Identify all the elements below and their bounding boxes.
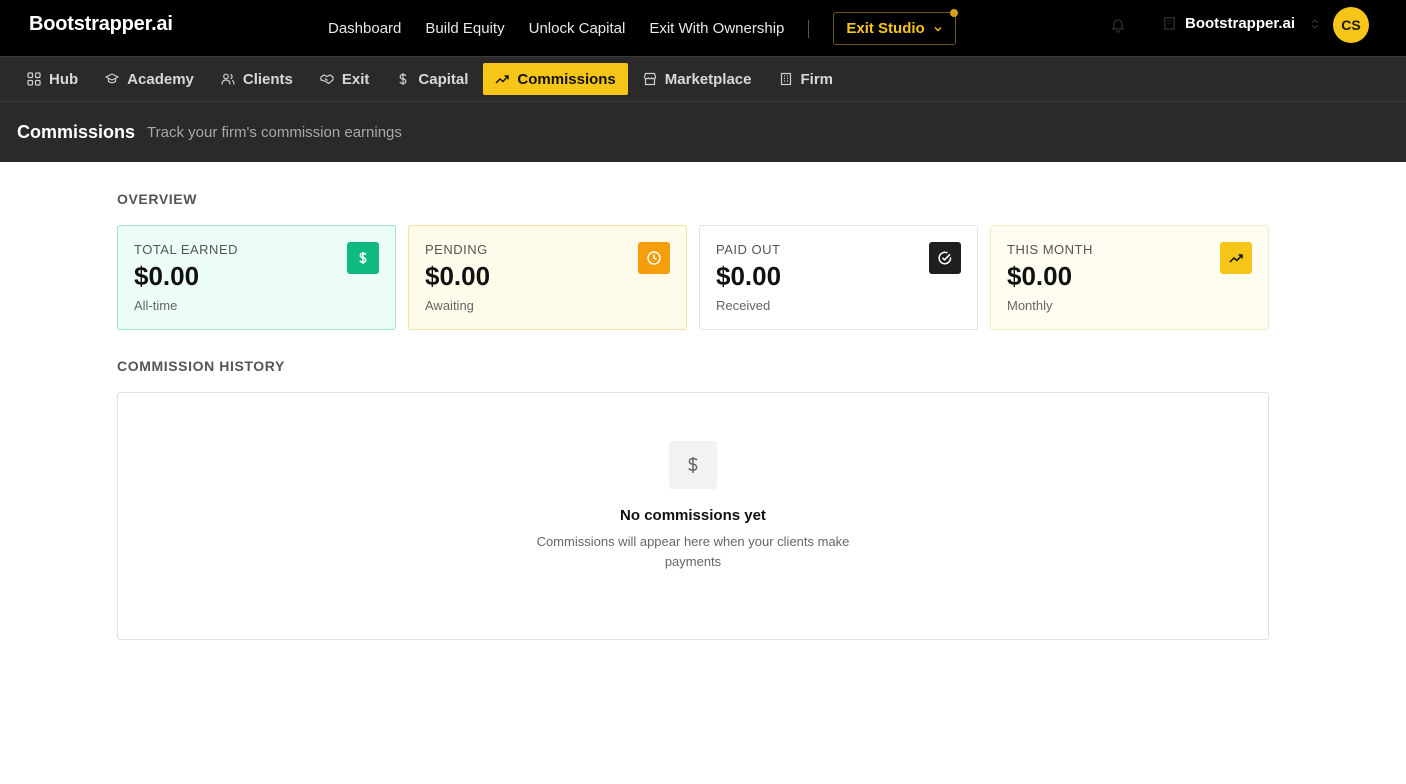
section-tabs: Hub Academy Clients Exit Capital Commiss… bbox=[0, 57, 1406, 102]
stat-label: TOTAL EARNED bbox=[134, 242, 239, 257]
dollar-icon bbox=[399, 73, 407, 85]
tab-label: Marketplace bbox=[664, 70, 752, 88]
nav-divider bbox=[808, 19, 810, 38]
tab-label: Exit bbox=[341, 70, 370, 88]
org-name: Bootstrapper.ai bbox=[1185, 15, 1296, 32]
page-title: Commissions bbox=[17, 121, 136, 142]
building-icon bbox=[1164, 17, 1175, 30]
page-subtitle: Track your firm's commission earnings bbox=[147, 123, 402, 141]
grid-icon bbox=[27, 72, 41, 86]
stat-label: PENDING bbox=[425, 242, 488, 257]
brand-logo[interactable]: Bootstrapper.ai bbox=[29, 13, 173, 36]
tab-label: Firm bbox=[800, 70, 834, 88]
empty-state-title: No commissions yet bbox=[620, 507, 766, 524]
commission-history-heading: COMMISSION HISTORY bbox=[117, 358, 285, 374]
main-content: OVERVIEW TOTAL EARNED $0.00 All-time PEN… bbox=[117, 163, 1269, 640]
tab-firm[interactable]: Firm bbox=[767, 63, 846, 95]
tab-clients[interactable]: Clients bbox=[209, 63, 305, 95]
trending-up-icon bbox=[495, 75, 510, 84]
graduation-cap-icon bbox=[105, 73, 120, 84]
tab-label: Hub bbox=[49, 70, 79, 88]
top-nav-exit-with-ownership[interactable]: Exit With Ownership bbox=[637, 20, 796, 37]
top-bar: Bootstrapper.ai Dashboard Build Equity U… bbox=[0, 0, 1406, 57]
tab-marketplace[interactable]: Marketplace bbox=[631, 63, 764, 95]
top-nav-build-equity[interactable]: Build Equity bbox=[413, 20, 516, 37]
stat-card-paid-out: PAID OUT $0.00 Received bbox=[699, 225, 978, 330]
overview-heading: OVERVIEW bbox=[117, 191, 198, 207]
trending-up-icon bbox=[1220, 242, 1252, 274]
building-icon bbox=[780, 72, 791, 86]
user-avatar[interactable]: CS bbox=[1333, 7, 1369, 43]
tab-label: Clients bbox=[242, 70, 293, 88]
store-icon bbox=[643, 72, 656, 86]
stat-value: $0.00 bbox=[134, 261, 200, 291]
tab-exit[interactable]: Exit bbox=[308, 63, 382, 95]
stat-label: PAID OUT bbox=[716, 242, 781, 257]
tab-commissions[interactable]: Commissions bbox=[483, 63, 628, 95]
dollar-icon bbox=[347, 242, 379, 274]
top-nav-dashboard[interactable]: Dashboard bbox=[316, 20, 413, 37]
stat-cards: TOTAL EARNED $0.00 All-time PENDING $0.0… bbox=[117, 225, 1269, 330]
tab-capital[interactable]: Capital bbox=[384, 63, 480, 95]
stat-card-this-month: THIS MONTH $0.00 Monthly bbox=[990, 225, 1269, 330]
stat-note: Received bbox=[716, 298, 771, 313]
tab-label: Capital bbox=[418, 70, 469, 88]
stat-card-total-earned: TOTAL EARNED $0.00 All-time bbox=[117, 225, 396, 330]
tab-hub[interactable]: Hub bbox=[15, 63, 90, 95]
check-circle-icon bbox=[929, 242, 961, 274]
tab-academy[interactable]: Academy bbox=[93, 63, 206, 95]
org-switcher[interactable]: Bootstrapper.ai bbox=[1162, 15, 1321, 32]
chevron-down-icon bbox=[934, 26, 942, 31]
top-nav: Dashboard Build Equity Unlock Capital Ex… bbox=[316, 0, 958, 57]
stat-value: $0.00 bbox=[716, 261, 782, 291]
stat-note: Awaiting bbox=[425, 298, 474, 313]
stat-note: All-time bbox=[134, 298, 178, 313]
stat-value: $0.00 bbox=[1007, 261, 1073, 291]
stat-card-pending: PENDING $0.00 Awaiting bbox=[408, 225, 687, 330]
tab-label: Commissions bbox=[517, 70, 616, 88]
clock-icon bbox=[638, 242, 670, 274]
page-header: Commissions Track your firm's commission… bbox=[0, 102, 1406, 162]
stat-value: $0.00 bbox=[425, 261, 491, 291]
exit-studio-button[interactable]: Exit Studio bbox=[833, 9, 958, 45]
tab-label: Academy bbox=[127, 70, 194, 88]
notification-dot bbox=[949, 9, 958, 17]
stat-note: Monthly bbox=[1007, 298, 1053, 313]
stat-label: THIS MONTH bbox=[1007, 242, 1093, 257]
top-nav-unlock-capital[interactable]: Unlock Capital bbox=[517, 20, 638, 37]
handshake-icon bbox=[320, 74, 334, 85]
chevron-up-down-icon bbox=[1311, 18, 1319, 29]
bell-icon[interactable] bbox=[1110, 17, 1126, 33]
exit-studio-label: Exit Studio bbox=[846, 20, 925, 37]
users-icon bbox=[221, 73, 235, 85]
commission-history-panel: No commissions yet Commissions will appe… bbox=[117, 392, 1269, 640]
dollar-icon bbox=[669, 441, 717, 489]
empty-state-description: Commissions will appear here when your c… bbox=[536, 534, 850, 569]
